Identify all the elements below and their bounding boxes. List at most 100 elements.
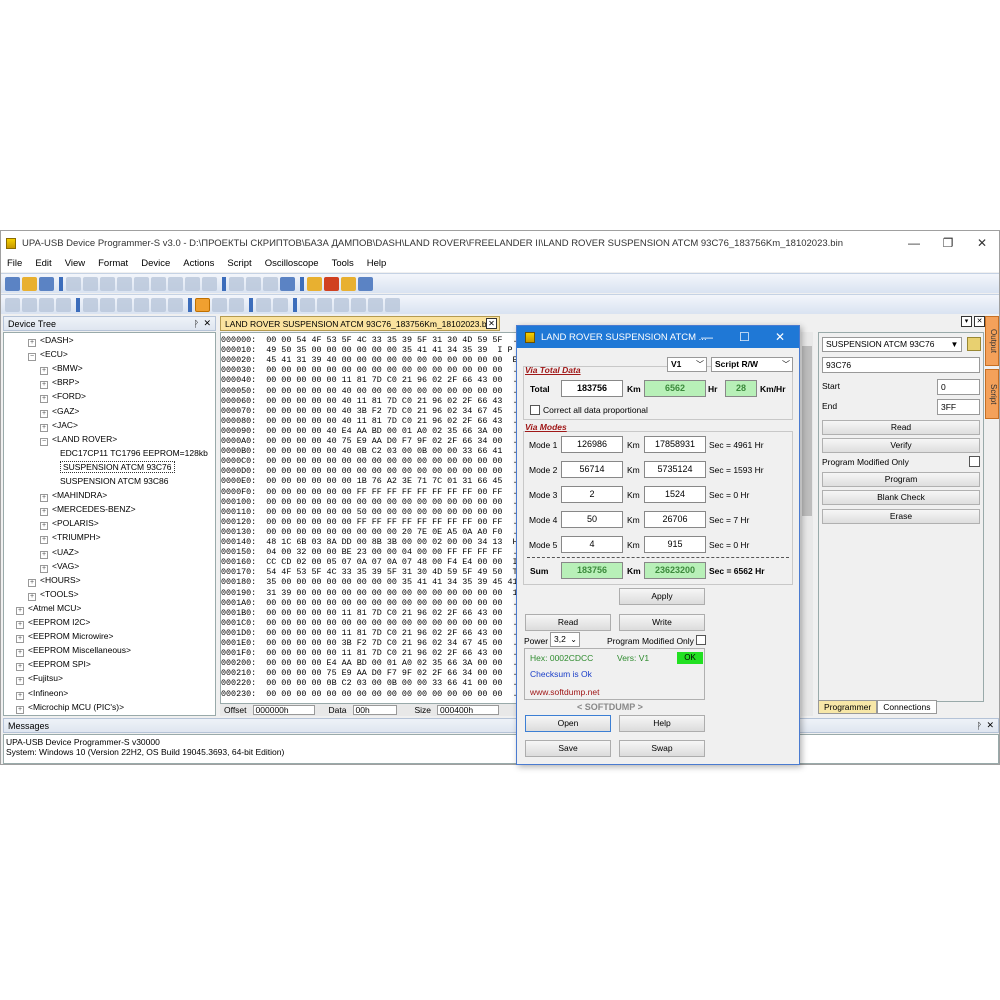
find-icon[interactable] xyxy=(168,276,183,291)
expand-icon[interactable]: + xyxy=(40,564,48,573)
mode-km-field[interactable]: 56714 xyxy=(561,461,623,478)
tree-node[interactable]: + <EEPROM Microwire> xyxy=(16,631,114,644)
apply-button[interactable]: Apply xyxy=(619,588,705,605)
data-field[interactable]: 00h xyxy=(352,705,397,715)
hex-row[interactable]: 000120: 00 00 00 00 00 00 FF FF FF FF FF… xyxy=(221,517,519,527)
hex-row[interactable]: 000080: 00 00 00 00 00 40 11 81 7D C0 21… xyxy=(221,416,519,426)
mode-sec-field[interactable]: 26706 xyxy=(644,511,706,528)
size-field[interactable]: 000400h xyxy=(437,705,500,715)
expand-icon[interactable]: + xyxy=(28,339,36,347)
tab-connections[interactable]: Connections xyxy=(877,700,937,714)
tree-node[interactable]: SUSPENSION ATCM 93C86 xyxy=(60,476,169,486)
expand-icon[interactable]: + xyxy=(40,522,48,531)
mode-km-field[interactable]: 50 xyxy=(561,511,623,528)
hex-row[interactable]: 000180: 35 00 00 00 00 00 00 00 00 35 41… xyxy=(221,577,519,587)
tree-node[interactable]: + <EEPROM SPI> xyxy=(16,659,91,672)
expand-icon[interactable]: + xyxy=(16,705,24,714)
expand-icon[interactable]: + xyxy=(40,381,48,390)
end-field[interactable]: 3FF xyxy=(937,399,980,415)
goto-icon[interactable] xyxy=(202,276,217,291)
hex-row[interactable]: 000190: 31 39 00 00 00 00 00 00 00 00 00… xyxy=(221,588,519,598)
collapse-icon[interactable]: − xyxy=(28,353,36,362)
expand-icon[interactable]: + xyxy=(40,550,48,559)
maximize-button[interactable]: ☐ xyxy=(739,330,750,344)
hex-row[interactable]: 0000F0: 00 00 00 00 00 00 FF FF FF FF FF… xyxy=(221,487,519,497)
start-field[interactable]: 0 xyxy=(937,379,980,395)
tab-programmer[interactable]: Programmer xyxy=(818,700,878,714)
hex-row[interactable]: 000020: 45 41 31 39 40 00 00 00 00 00 00… xyxy=(221,355,519,365)
delete-icon[interactable] xyxy=(151,276,166,291)
version-select[interactable]: V1 ﹀ xyxy=(667,357,707,372)
hex-row[interactable]: 0001F0: 00 00 00 00 00 11 81 7D C0 21 96… xyxy=(221,648,519,658)
sum-km-field[interactable]: 183756 xyxy=(561,562,623,579)
blank-check-button[interactable]: Blank Check xyxy=(822,490,980,505)
mode-km-field[interactable]: 126986 xyxy=(561,436,623,453)
paste-icon[interactable] xyxy=(134,276,149,291)
read-button[interactable]: Read xyxy=(525,614,611,631)
minimize-button[interactable]: — xyxy=(701,330,713,344)
tool-icon[interactable] xyxy=(334,297,349,312)
script-icon[interactable] xyxy=(307,276,322,291)
tree-node[interactable]: + <BRP> xyxy=(40,377,79,390)
total-km-field[interactable]: 183756 xyxy=(561,380,623,397)
hex-row[interactable]: 0001E0: 00 00 00 00 00 3B F2 7D C0 21 96… xyxy=(221,638,519,648)
select-icon[interactable] xyxy=(195,297,210,312)
cut-icon[interactable] xyxy=(100,276,115,291)
hex-row[interactable]: 000100: 00 00 00 00 00 00 00 00 00 00 00… xyxy=(221,497,519,507)
hex-row[interactable]: 0001C0: 00 00 00 00 00 00 00 00 00 00 00… xyxy=(221,618,519,628)
menu-actions[interactable]: Actions xyxy=(183,258,214,269)
tool-icon[interactable] xyxy=(351,297,366,312)
hex-row[interactable]: 000010: 49 50 35 00 00 00 00 00 00 35 41… xyxy=(221,345,519,355)
chip-icon[interactable] xyxy=(967,337,981,351)
menu-tools[interactable]: Tools xyxy=(332,258,354,269)
pin-icon[interactable]: ᚹ xyxy=(194,319,199,329)
help-button[interactable]: Help xyxy=(619,715,705,732)
hex-row[interactable]: 000070: 00 00 00 00 00 40 3B F2 7D C0 21… xyxy=(221,406,519,416)
hex-row[interactable]: 0001D0: 00 00 00 00 00 11 81 7D C0 21 96… xyxy=(221,628,519,638)
menu-device[interactable]: Device xyxy=(141,258,170,269)
hex-editor[interactable]: 000000: 00 00 54 4F 53 5F 4C 33 35 39 5F… xyxy=(220,332,520,704)
expand-icon[interactable]: + xyxy=(16,691,24,700)
hex-row[interactable]: 000060: 00 00 00 00 00 40 11 81 7D C0 21… xyxy=(221,396,519,406)
tool-icon[interactable] xyxy=(39,297,54,312)
tree-node[interactable]: + <BMW> xyxy=(40,363,83,376)
hex-row[interactable]: 000160: CC CD 02 00 05 07 0A 07 0A 07 48… xyxy=(221,557,519,567)
tree-node[interactable]: − <LAND ROVER> xyxy=(40,434,117,446)
edit-icon[interactable] xyxy=(280,276,295,291)
hex-row[interactable]: 0001A0: 00 00 00 00 00 00 00 00 00 00 00… xyxy=(221,598,519,608)
hex-row[interactable]: 000110: 00 00 00 00 00 00 50 00 00 00 00… xyxy=(221,507,519,517)
menu-file[interactable]: File xyxy=(7,258,22,269)
hex-row[interactable]: 0000C0: 00 00 00 00 00 00 00 00 00 00 00… xyxy=(221,456,519,466)
redo-icon[interactable] xyxy=(83,276,98,291)
expand-icon[interactable]: + xyxy=(40,508,48,517)
tool-icon[interactable] xyxy=(385,297,400,312)
open-folder-icon[interactable] xyxy=(22,276,37,291)
script-mode-select[interactable]: Script R/W ﹀ xyxy=(711,357,793,372)
tool-icon[interactable] xyxy=(229,297,244,312)
dropdown-icon[interactable]: ▾ xyxy=(961,316,972,327)
menu-view[interactable]: View xyxy=(65,258,85,269)
next-icon[interactable] xyxy=(117,297,132,312)
tree-node[interactable]: EDC17CP11 TC1796 EEPROM=128kb xyxy=(60,448,208,458)
offset-field[interactable]: 000000h xyxy=(252,705,315,715)
tree-node[interactable]: + <TOOLS> xyxy=(28,589,79,601)
mode-sec-field[interactable]: 5735124 xyxy=(644,461,706,478)
play-icon[interactable] xyxy=(256,297,271,312)
hex-row[interactable]: 0000E0: 00 00 00 00 00 00 1B 76 A2 3E 71… xyxy=(221,476,519,486)
sum-sec-field[interactable]: 23623200 xyxy=(644,562,706,579)
hex-row[interactable]: 0000A0: 00 00 00 00 40 75 E9 AA D0 F7 9F… xyxy=(221,436,519,446)
copy-icon[interactable] xyxy=(117,276,132,291)
output-side-tab[interactable]: Output xyxy=(985,316,999,366)
erase-button[interactable]: Erase xyxy=(822,509,980,524)
tree-node[interactable]: SUSPENSION ATCM 93C76 xyxy=(60,460,175,473)
new-file-icon[interactable] xyxy=(5,276,20,291)
tool-icon[interactable] xyxy=(168,297,183,312)
dialog-program-modified-checkbox[interactable] xyxy=(696,635,706,645)
mode-km-field[interactable]: 2 xyxy=(561,486,623,503)
script-side-tab[interactable]: Script xyxy=(985,369,999,419)
tool-icon[interactable] xyxy=(300,297,315,312)
total-hr-field[interactable]: 6562 xyxy=(644,380,706,397)
tree-node[interactable]: + <HOURS> xyxy=(28,575,81,587)
menu-script[interactable]: Script xyxy=(227,258,251,269)
tree-node[interactable]: + <TRIUMPH> xyxy=(40,532,101,545)
